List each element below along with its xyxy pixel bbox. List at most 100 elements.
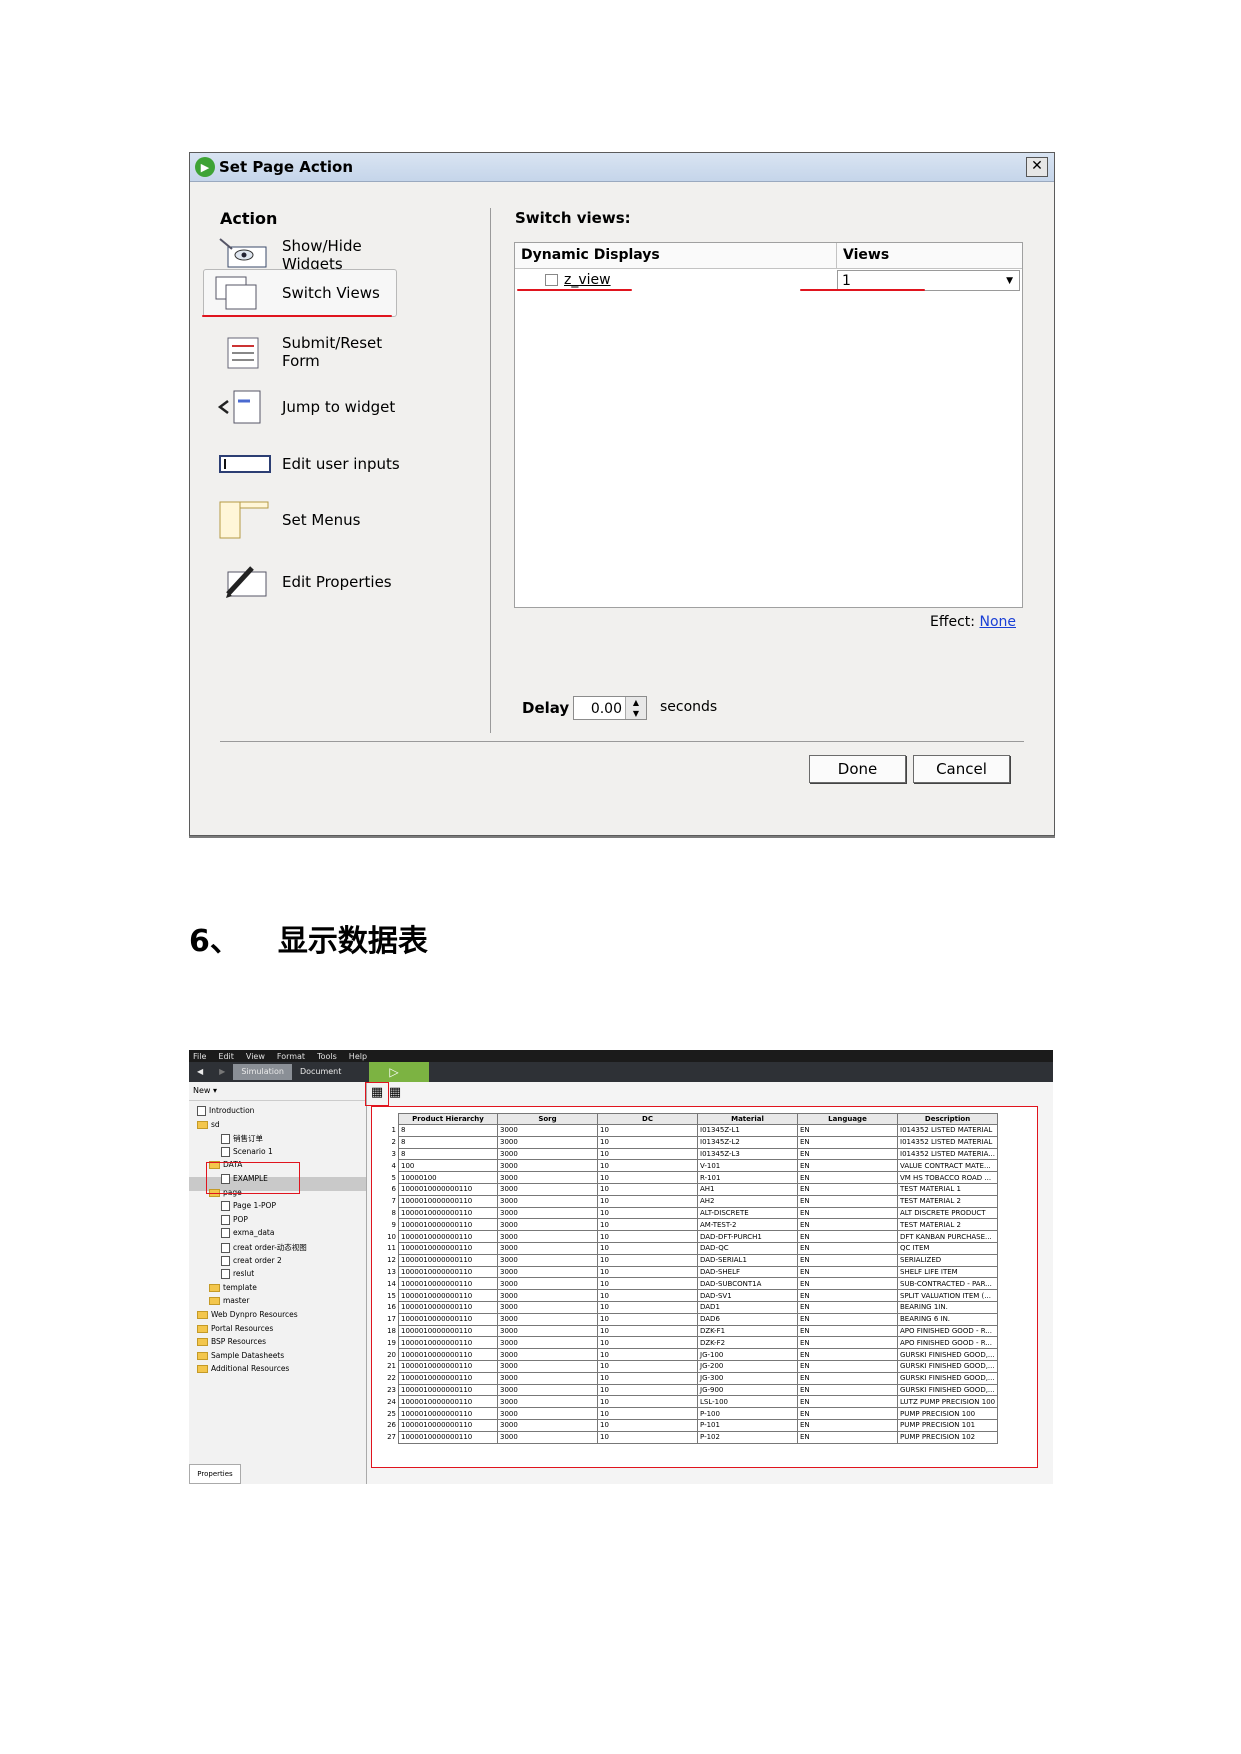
- table-row[interactable]: 17 1000010000000110 3000 10 DAD6 EN BEARING 6 …: [376, 1312, 999, 1326]
- grid-cell[interactable]: P-102: [697, 1430, 798, 1444]
- grid-cell[interactable]: PUMP PRECISION 101: [896, 1418, 999, 1432]
- grid-cell[interactable]: 1000010000000110: [398, 1265, 498, 1279]
- table-row[interactable]: 10 1000010000000110 3000 10 DAD-DFT-PURCH1 EN…: [376, 1230, 999, 1243]
- grid-cell[interactable]: 3000: [497, 1324, 598, 1338]
- grid-cell[interactable]: GURSKI FINISHED GOOD,...: [896, 1383, 999, 1397]
- grid-column-header[interactable]: Description: [896, 1113, 999, 1125]
- grid-cell[interactable]: R-101: [697, 1171, 798, 1184]
- grid-cell[interactable]: 10: [597, 1135, 698, 1149]
- tree-item[interactable]: template: [209, 1283, 257, 1292]
- views-dropdown[interactable]: 1 ▼: [837, 270, 1020, 291]
- grid-cell[interactable]: 1000010000000110: [398, 1218, 498, 1232]
- table-row[interactable]: 9 1000010000000110 3000 10 AM-TEST-2 EN TEST M…: [376, 1218, 999, 1232]
- grid-cell[interactable]: EN: [797, 1336, 898, 1350]
- delay-spinbox[interactable]: 0.00 ▲ ▼: [573, 696, 647, 720]
- tree-item[interactable]: sd: [197, 1120, 220, 1129]
- table-row[interactable]: 6 1000010000000110 3000 10 AH1 EN TEST MATERIA…: [376, 1182, 999, 1196]
- table-row[interactable]: 11 1000010000000110 3000 10 DAD-QC EN QC ITEM: [376, 1241, 999, 1255]
- grid-cell[interactable]: DAD-SV1: [697, 1289, 798, 1302]
- grid-cell[interactable]: EN: [797, 1124, 898, 1137]
- grid-cell[interactable]: 10: [597, 1383, 698, 1397]
- grid-cell[interactable]: 10: [597, 1312, 698, 1326]
- table-row[interactable]: 21 1000010000000110 3000 10 JG-200 EN GURSKI F…: [376, 1359, 999, 1373]
- table-row[interactable]: 12 1000010000000110 3000 10 DAD-SERIAL1 EN SER…: [376, 1253, 999, 1267]
- tree-item[interactable]: Additional Resources: [197, 1364, 289, 1374]
- grid-cell[interactable]: EN: [797, 1206, 898, 1220]
- menu-file[interactable]: File: [193, 1052, 206, 1061]
- grid-cell[interactable]: 8: [398, 1147, 498, 1161]
- table-row[interactable]: 23 1000010000000110 3000 10 JG-900 EN GURSKI F…: [376, 1383, 999, 1397]
- grid-cell[interactable]: EN: [797, 1171, 898, 1184]
- grid-cell[interactable]: 1000010000000110: [398, 1418, 498, 1432]
- table-row[interactable]: 1 8 3000 10 I01345Z-L1 EN I014352 LISTED MATER…: [376, 1124, 999, 1137]
- table-row[interactable]: 3 8 3000 10 I01345Z-L3 EN I014352 LISTED MATER…: [376, 1147, 999, 1161]
- grid-cell[interactable]: EN: [797, 1194, 898, 1208]
- grid-cell[interactable]: 10: [597, 1300, 698, 1314]
- grid-cell[interactable]: AM-TEST-2: [697, 1218, 798, 1232]
- grid-cell[interactable]: 10: [597, 1430, 698, 1444]
- grid-cell[interactable]: EN: [797, 1159, 898, 1173]
- grid-cell[interactable]: 1000010000000110: [398, 1324, 498, 1338]
- grid-cell[interactable]: ALT-DISCRETE: [697, 1206, 798, 1220]
- grid-cell[interactable]: 1000010000000110: [398, 1395, 498, 1409]
- grid-cell[interactable]: LSL-100: [697, 1395, 798, 1409]
- grid-cell[interactable]: SERIALIZED: [896, 1253, 999, 1267]
- close-icon[interactable]: ✕: [1026, 157, 1048, 177]
- table-row[interactable]: 27 1000010000000110 3000 10 P-102 EN PUMP PREC…: [376, 1430, 999, 1444]
- grid-cell[interactable]: 10: [597, 1159, 698, 1173]
- grid-cell[interactable]: 3000: [497, 1277, 598, 1291]
- grid-cell[interactable]: 1000010000000110: [398, 1359, 498, 1373]
- grid-cell[interactable]: SHELF LIFE ITEM: [896, 1265, 999, 1279]
- grid-cell[interactable]: 1000010000000110: [398, 1289, 498, 1302]
- grid-cell[interactable]: EN: [797, 1241, 898, 1255]
- grid-cell[interactable]: 10: [597, 1289, 698, 1302]
- table-row[interactable]: 19 1000010000000110 3000 10 DZK-F2 EN APO FINI…: [376, 1336, 999, 1350]
- grid-cell[interactable]: 10: [597, 1336, 698, 1350]
- table-row[interactable]: 8 1000010000000110 3000 10 ALT-DISCRETE EN ALT…: [376, 1206, 999, 1220]
- grid-cell[interactable]: 3000: [497, 1206, 598, 1220]
- table-row[interactable]: 7 1000010000000110 3000 10 AH2 EN TEST MATERIA…: [376, 1194, 999, 1208]
- grid-cell[interactable]: JG-100: [697, 1348, 798, 1361]
- grid-cell[interactable]: EN: [797, 1182, 898, 1196]
- grid-cell[interactable]: 10: [597, 1265, 698, 1279]
- tree-item[interactable]: Portal Resources: [197, 1324, 273, 1333]
- table-row[interactable]: 13 1000010000000110 3000 10 DAD-SHELF EN SHELF…: [376, 1265, 999, 1279]
- grid-cell[interactable]: LUTZ PUMP PRECISION 100: [896, 1395, 999, 1409]
- grid-cell[interactable]: 1000010000000110: [398, 1206, 498, 1220]
- grid-cell[interactable]: 3000: [497, 1147, 598, 1161]
- grid-cell[interactable]: DZK-F1: [697, 1324, 798, 1338]
- grid-cell[interactable]: 10: [597, 1171, 698, 1184]
- grid-cell[interactable]: 10: [597, 1418, 698, 1432]
- grid-cell[interactable]: TEST MATERIAL 1: [896, 1182, 999, 1196]
- grid-cell[interactable]: 3000: [497, 1348, 598, 1361]
- grid-cell[interactable]: JG-300: [697, 1371, 798, 1385]
- back-icon[interactable]: ◀: [189, 1064, 211, 1080]
- grid-cell[interactable]: EN: [797, 1312, 898, 1326]
- table-row[interactable]: 4 100 3000 10 V-101 EN VALUE CONTRACT MATE...: [376, 1159, 999, 1173]
- spinner-arrows-icon[interactable]: ▲ ▼: [625, 697, 646, 719]
- grid-cell[interactable]: 10: [597, 1218, 698, 1232]
- new-button[interactable]: New ▾: [189, 1082, 366, 1101]
- grid-cell[interactable]: 10: [597, 1277, 698, 1291]
- grid-cell[interactable]: 1000010000000110: [398, 1277, 498, 1291]
- grid-cell[interactable]: EN: [797, 1253, 898, 1267]
- grid-cell[interactable]: DAD-SERIAL1: [697, 1253, 798, 1267]
- done-button[interactable]: Done: [809, 755, 906, 783]
- action-edit-properties[interactable]: Edit Properties: [204, 557, 424, 607]
- table-row[interactable]: 26 1000010000000110 3000 10 P-101 EN PUMP PREC…: [376, 1418, 999, 1432]
- menu-edit[interactable]: Edit: [218, 1052, 234, 1061]
- table-row[interactable]: 24 1000010000000110 3000 10 LSL-100 EN LUTZ PU…: [376, 1395, 999, 1409]
- grid-cell[interactable]: 3000: [497, 1218, 598, 1232]
- tab-properties[interactable]: Properties: [189, 1464, 241, 1484]
- table-row[interactable]: 22 1000010000000110 3000 10 JG-300 EN GURSKI F…: [376, 1371, 999, 1385]
- grid-cell[interactable]: BEARING 6 IN.: [896, 1312, 999, 1326]
- grid-cell[interactable]: 1000010000000110: [398, 1194, 498, 1208]
- grid-cell[interactable]: EN: [797, 1300, 898, 1314]
- grid-cell[interactable]: 10: [597, 1182, 698, 1196]
- grid-cell[interactable]: I014352 LISTED MATERIAL: [896, 1135, 999, 1149]
- grid-cell[interactable]: 3000: [497, 1430, 598, 1444]
- grid-cell[interactable]: EN: [797, 1147, 898, 1161]
- grid-cell[interactable]: 10: [597, 1371, 698, 1385]
- grid-cell[interactable]: PUMP PRECISION 102: [896, 1430, 999, 1444]
- grid-cell[interactable]: 10: [597, 1194, 698, 1208]
